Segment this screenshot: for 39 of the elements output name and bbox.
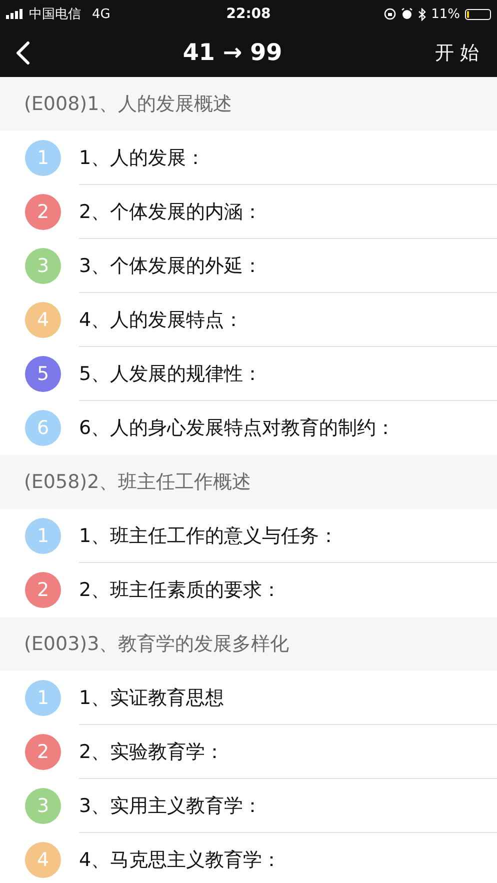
list-item[interactable]: 4、马克思主义教育学： <box>79 833 497 883</box>
page-title: 41 → 99 <box>182 40 282 66</box>
network-type: 4G <box>92 6 110 22</box>
number-badge: 1 <box>25 680 61 716</box>
carrier-name: 中国电信 <box>29 6 81 23</box>
alarm-icon <box>401 8 414 20</box>
number-badge: 4 <box>25 842 61 878</box>
number-badge: 5 <box>25 356 61 392</box>
number-badge: 1 <box>25 140 61 176</box>
list-item[interactable]: 1、人的发展： <box>79 131 497 185</box>
list-item[interactable]: 3、个体发展的外延： <box>79 239 497 293</box>
number-badge: 6 <box>25 410 61 446</box>
section-header: (E003)3、教育学的发展多样化 <box>0 617 497 671</box>
rotation-lock-icon <box>384 8 396 20</box>
list-item[interactable]: 2、个体发展的内涵： <box>79 185 497 239</box>
start-button[interactable]: 开 始 <box>434 36 479 70</box>
list-item[interactable]: 3、实用主义教育学： <box>79 779 497 833</box>
status-time: 22:08 <box>226 6 271 22</box>
section-header: (E008)1、人的发展概述 <box>0 77 497 131</box>
back-icon[interactable] <box>16 40 30 64</box>
list-item[interactable]: 4、人的发展特点： <box>79 293 497 347</box>
number-badge: 4 <box>25 302 61 338</box>
battery-icon <box>465 8 491 20</box>
bluetooth-icon <box>418 8 426 20</box>
number-badge: 2 <box>25 194 61 230</box>
list-item[interactable]: 1、实证教育思想 <box>79 671 497 725</box>
number-badge: 2 <box>25 734 61 770</box>
number-badge: 2 <box>25 572 61 608</box>
list-item[interactable]: 1、班主任工作的意义与任务： <box>79 509 497 563</box>
number-badge: 3 <box>25 788 61 824</box>
list-item[interactable]: 2、班主任素质的要求： <box>79 563 497 617</box>
signal-icon <box>6 9 24 19</box>
battery-percent: 11% <box>431 6 460 22</box>
list-item[interactable]: 2、实验教育学： <box>79 725 497 779</box>
list-item[interactable]: 5、人发展的规律性： <box>79 347 497 401</box>
section-header: (E058)2、班主任工作概述 <box>0 455 497 509</box>
number-badge: 3 <box>25 248 61 284</box>
list-item[interactable]: 6、人的身心发展特点对教育的制约： <box>79 401 497 455</box>
number-badge: 1 <box>25 518 61 554</box>
